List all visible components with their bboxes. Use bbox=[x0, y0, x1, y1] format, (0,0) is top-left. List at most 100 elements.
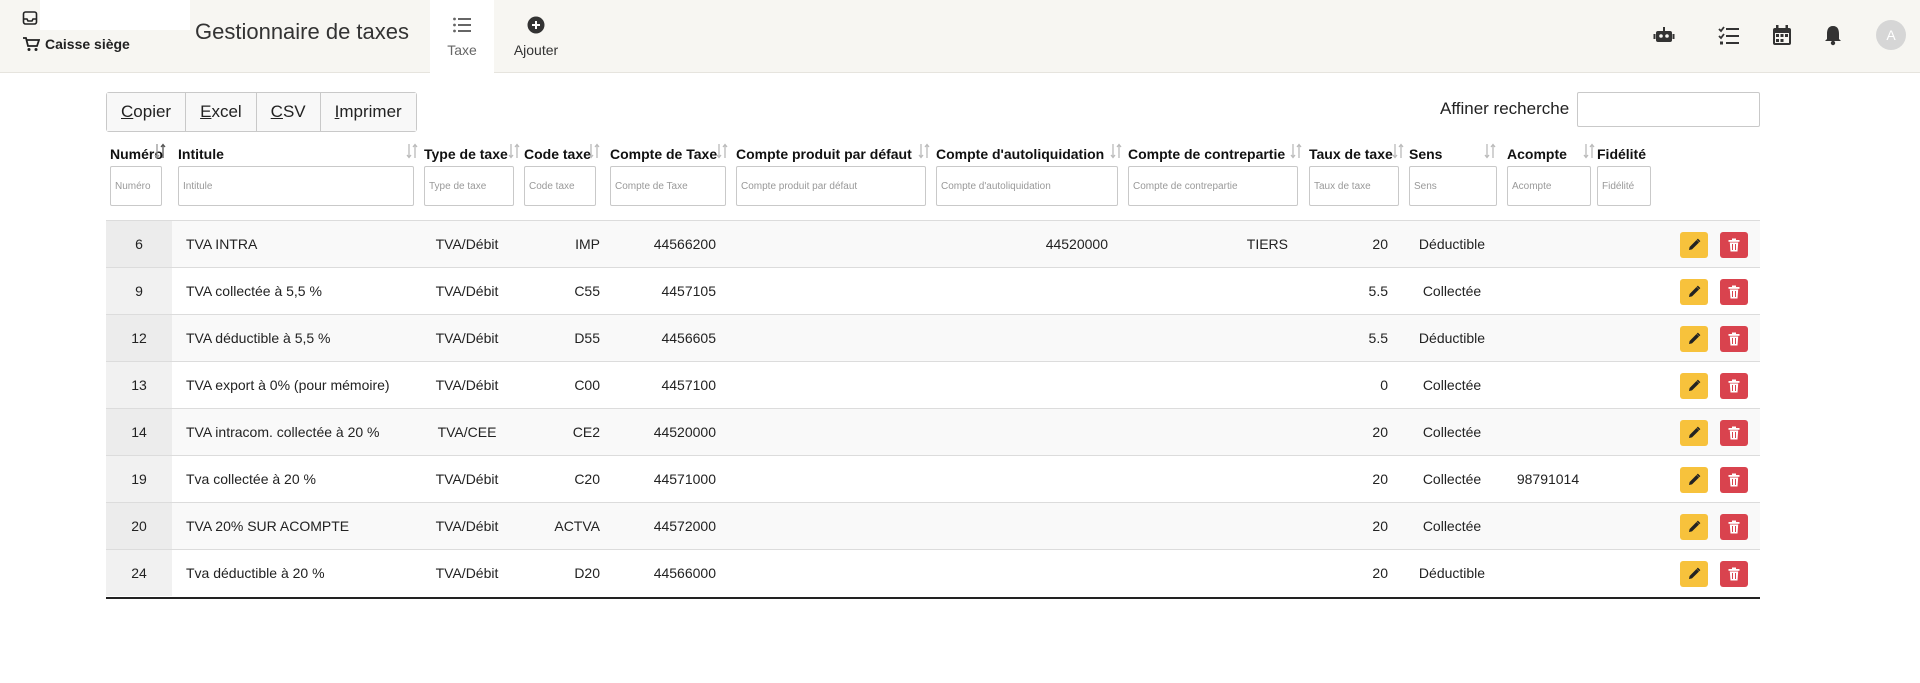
cell-compte-contrepartie bbox=[1126, 456, 1288, 502]
print-button[interactable]: Imprimer bbox=[320, 93, 416, 131]
delete-button[interactable] bbox=[1720, 326, 1748, 352]
delete-button[interactable] bbox=[1720, 373, 1748, 399]
cell-fidelite bbox=[1596, 362, 1650, 408]
robot-icon[interactable] bbox=[1653, 24, 1675, 46]
edit-button[interactable] bbox=[1680, 279, 1708, 305]
csv-button[interactable]: CSV bbox=[256, 93, 321, 131]
cell-compte-autoliquidation bbox=[936, 268, 1108, 314]
delete-button[interactable] bbox=[1720, 467, 1748, 493]
filter-compte-produit[interactable] bbox=[736, 166, 926, 206]
cell-compte-autoliquidation: 44520000 bbox=[1045, 236, 1108, 252]
cell-intitule: TVA collectée à 5,5 % bbox=[186, 283, 322, 299]
cell-compte-de-taxe: 4456605 bbox=[661, 330, 716, 346]
edit-button[interactable] bbox=[1680, 420, 1708, 446]
cell-taux-de-taxe: 20 bbox=[1372, 518, 1388, 534]
pencil-icon bbox=[1689, 520, 1701, 532]
cell-fidelite bbox=[1596, 550, 1650, 596]
edit-button[interactable] bbox=[1680, 467, 1708, 493]
edit-button[interactable] bbox=[1680, 561, 1708, 587]
cell-code-taxe: C55 bbox=[574, 283, 600, 299]
top-bar: Caisse siège Gestionnaire de taxes Taxe … bbox=[0, 0, 1920, 73]
page-title: Gestionnaire de taxes bbox=[195, 19, 410, 44]
column-header-compte-produit[interactable]: Compte produit par défaut bbox=[736, 146, 912, 162]
column-header-sens[interactable]: Sens bbox=[1409, 146, 1442, 162]
search-input[interactable] bbox=[1577, 92, 1760, 127]
tab-taxe[interactable]: Taxe bbox=[430, 0, 494, 73]
cell-code-taxe: D55 bbox=[574, 330, 600, 346]
tab-taxe-label: Taxe bbox=[447, 42, 477, 58]
column-header-compte-autoliquidation[interactable]: Compte d'autoliquidation bbox=[936, 146, 1104, 162]
filter-intitule[interactable] bbox=[178, 166, 414, 206]
sort-icon[interactable] bbox=[1110, 142, 1122, 160]
sort-icon[interactable] bbox=[1484, 142, 1496, 160]
cell-type-de-taxe: TVA/Débit bbox=[435, 283, 499, 299]
cell-compte-contrepartie bbox=[1126, 362, 1288, 408]
cell-compte-autoliquidation bbox=[936, 550, 1108, 596]
sort-icon[interactable] bbox=[1290, 142, 1302, 160]
cell-numero: 20 bbox=[106, 503, 172, 549]
inbox-icon[interactable] bbox=[22, 10, 38, 26]
filter-compte-autoliquidation[interactable] bbox=[936, 166, 1118, 206]
cell-fidelite bbox=[1596, 503, 1650, 549]
filter-acompte[interactable] bbox=[1507, 166, 1591, 206]
delete-button[interactable] bbox=[1720, 514, 1748, 540]
filter-code-taxe[interactable] bbox=[524, 166, 596, 206]
column-header-compte-de-taxe[interactable]: Compte de Taxe bbox=[610, 146, 717, 162]
edit-button[interactable] bbox=[1680, 232, 1708, 258]
sort-icon[interactable] bbox=[154, 142, 166, 160]
table-row: 19 Tva collectée à 20 % TVA/Débit C20 445710… bbox=[106, 455, 1760, 502]
checklist-icon[interactable] bbox=[1718, 24, 1740, 46]
filter-sens[interactable] bbox=[1409, 166, 1497, 206]
cell-compte-produit bbox=[736, 503, 916, 549]
pencil-icon bbox=[1689, 473, 1701, 485]
edit-button[interactable] bbox=[1680, 514, 1708, 540]
filter-taux-de-taxe[interactable] bbox=[1309, 166, 1399, 206]
delete-button[interactable] bbox=[1720, 561, 1748, 587]
filter-compte-de-taxe[interactable] bbox=[610, 166, 726, 206]
column-header-acompte[interactable]: Acompte bbox=[1507, 146, 1567, 162]
sort-icon[interactable] bbox=[1392, 142, 1404, 160]
cell-numero: 13 bbox=[106, 362, 172, 408]
plus-circle-icon bbox=[527, 16, 545, 34]
sort-icon[interactable] bbox=[508, 142, 520, 160]
column-header-type-de-taxe[interactable]: Type de taxe bbox=[424, 146, 508, 162]
column-header-intitule[interactable]: Intitule bbox=[178, 146, 224, 162]
sort-icon[interactable] bbox=[588, 142, 600, 160]
delete-button[interactable] bbox=[1720, 232, 1748, 258]
column-header-taux-de-taxe[interactable]: Taux de taxe bbox=[1309, 146, 1393, 162]
calendar-icon[interactable] bbox=[1771, 24, 1793, 46]
column-header-fidelite[interactable]: Fidélité bbox=[1597, 146, 1646, 162]
column-header-compte-contrepartie[interactable]: Compte de contrepartie bbox=[1128, 146, 1285, 162]
edit-button[interactable] bbox=[1680, 326, 1708, 352]
table-row: 9 TVA collectée à 5,5 % TVA/Débit C55 445710… bbox=[106, 267, 1760, 314]
sort-icon[interactable] bbox=[406, 142, 418, 160]
store-name[interactable]: Caisse siège bbox=[45, 36, 130, 52]
filter-type-de-taxe[interactable] bbox=[424, 166, 514, 206]
table-bottom-border bbox=[106, 597, 1760, 599]
sort-icon[interactable] bbox=[1583, 142, 1595, 160]
sort-icon[interactable] bbox=[716, 142, 728, 160]
trash-icon bbox=[1728, 473, 1740, 487]
filter-numero[interactable] bbox=[110, 166, 162, 206]
cell-intitule: TVA 20% SUR ACOMPTE bbox=[186, 518, 350, 534]
bell-icon[interactable] bbox=[1822, 24, 1844, 46]
cell-fidelite bbox=[1596, 315, 1650, 361]
filter-fidelite[interactable] bbox=[1597, 166, 1651, 206]
avatar[interactable]: A bbox=[1876, 20, 1906, 50]
copy-button[interactable]: Copier bbox=[107, 93, 187, 131]
cell-sens: Collectée bbox=[1422, 471, 1482, 487]
delete-button[interactable] bbox=[1720, 279, 1748, 305]
table-row: 6 TVA INTRA TVA/Débit IMP 44566200 44520000 TI… bbox=[106, 220, 1760, 267]
cell-code-taxe: IMP bbox=[575, 236, 600, 252]
cell-sens: Collectée bbox=[1422, 377, 1482, 393]
cell-intitule: TVA INTRA bbox=[186, 236, 258, 252]
column-header-code-taxe[interactable]: Code taxe bbox=[524, 146, 591, 162]
sort-icon[interactable] bbox=[918, 142, 930, 160]
delete-button[interactable] bbox=[1720, 420, 1748, 446]
filter-compte-contrepartie[interactable] bbox=[1128, 166, 1298, 206]
table-row: 12 TVA déductible à 5,5 % TVA/Débit D55 4456… bbox=[106, 314, 1760, 361]
edit-button[interactable] bbox=[1680, 373, 1708, 399]
tab-ajouter[interactable]: Ajouter bbox=[505, 0, 567, 73]
cell-compte-de-taxe: 44566000 bbox=[653, 565, 716, 581]
excel-button[interactable]: Excel bbox=[186, 93, 257, 131]
